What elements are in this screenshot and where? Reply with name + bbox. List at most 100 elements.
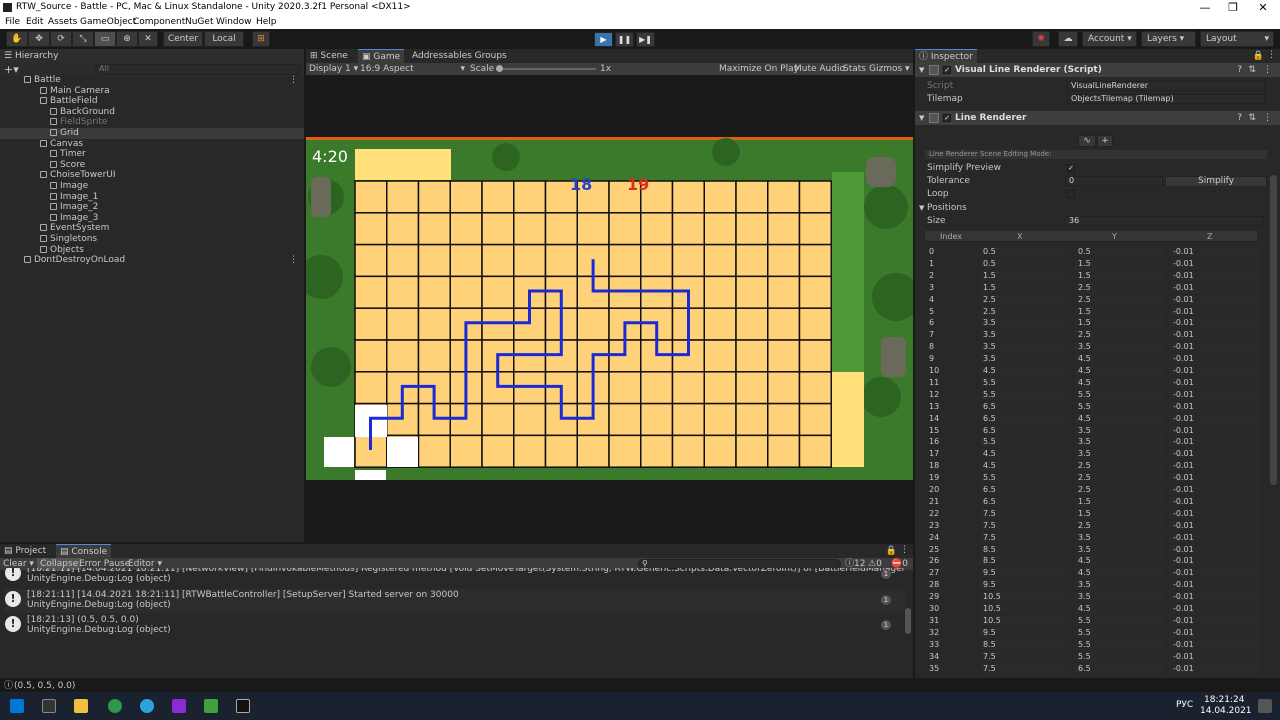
position-x[interactable]: 6.5 (980, 401, 1070, 412)
rotate-tool-icon[interactable]: ⟳ (50, 31, 72, 47)
position-x[interactable]: 4.5 (980, 449, 1070, 460)
game-canvas[interactable]: 4:20 18 19 (306, 137, 913, 480)
lr-foldout-icon[interactable]: ▼ (919, 111, 924, 125)
lr-preset-icon[interactable]: ⇅ (1248, 111, 1256, 125)
grid-tile[interactable] (417, 212, 451, 246)
console-entry[interactable]: ! [18:21:11] [14.04.2021 18:21:11] [Netwo… (5, 568, 905, 587)
explorer-icon[interactable] (74, 699, 88, 713)
grid-tile[interactable] (386, 307, 420, 341)
start-icon[interactable] (10, 699, 24, 713)
grid-tile[interactable] (354, 212, 388, 246)
position-y[interactable]: 3.5 (1075, 544, 1165, 555)
grid-tile[interactable] (481, 212, 515, 246)
grid-tile[interactable] (640, 434, 674, 468)
grid-tile[interactable] (703, 371, 737, 405)
hierarchy-row[interactable]: FieldSprite (0, 117, 304, 128)
grid-tile[interactable] (671, 243, 705, 278)
hierarchy-row[interactable]: Image_3 (0, 213, 304, 224)
menu-edit[interactable]: Edit (26, 15, 43, 29)
cloud-icon[interactable]: ☁ (1058, 31, 1078, 47)
position-y[interactable]: 5.5 (1075, 401, 1165, 412)
position-y[interactable]: 5.5 (1075, 389, 1165, 400)
grid-tile[interactable] (798, 371, 832, 405)
grid-tile[interactable] (798, 275, 832, 309)
position-x[interactable]: 5.5 (980, 437, 1070, 448)
position-y[interactable]: 5.5 (1075, 615, 1165, 626)
grid-tile[interactable] (354, 180, 388, 214)
position-x[interactable]: 6.5 (980, 485, 1070, 495)
scale-tool-icon[interactable]: ⤡ (72, 31, 94, 47)
grid-tile[interactable] (767, 434, 801, 468)
grid-tile[interactable] (640, 212, 674, 246)
simplify-preview-checkbox[interactable]: ✓ (1067, 164, 1075, 172)
position-x[interactable]: 9.5 (980, 568, 1070, 579)
hierarchy-row[interactable]: ChoiseTowerUI (0, 170, 304, 181)
chrome-icon[interactable] (108, 699, 122, 713)
position-z[interactable]: -0.01 (1170, 580, 1260, 591)
console-entry[interactable]: ! [18:21:13] (0.5, 0.5, 0.0) UnityEngine.D… (5, 614, 905, 638)
rider-icon[interactable] (172, 699, 186, 713)
grid-tile[interactable] (386, 275, 420, 309)
position-x[interactable]: 5.5 (980, 473, 1070, 484)
grid-tile[interactable] (735, 339, 769, 373)
grid-tile[interactable] (354, 243, 388, 278)
grid-tile[interactable] (640, 243, 674, 278)
hierarchy-row[interactable]: Singletons (0, 234, 304, 245)
position-z[interactable]: -0.01 (1170, 389, 1260, 400)
size-input[interactable]: 36 (1065, 216, 1263, 226)
grid-tile[interactable] (767, 371, 801, 405)
position-y[interactable]: 1.5 (1075, 508, 1165, 519)
position-x[interactable]: 6.5 (980, 496, 1070, 507)
console-menu-icon[interactable]: ⋮ (900, 545, 909, 555)
position-x[interactable]: 3.5 (980, 330, 1070, 341)
tab-console[interactable]: ▤ Console (56, 544, 112, 558)
excel-icon[interactable] (204, 699, 218, 713)
grid-tile[interactable] (354, 307, 388, 341)
grid-tile[interactable] (735, 402, 769, 437)
grid-tile[interactable] (513, 180, 547, 214)
hierarchy-row[interactable]: Timer (0, 149, 304, 160)
tab-addressables[interactable]: Addressables Groups (408, 49, 511, 63)
position-z[interactable]: -0.01 (1170, 306, 1260, 317)
play-button[interactable]: ▶ (594, 32, 613, 47)
hierarchy-row[interactable]: Score (0, 160, 304, 171)
position-y[interactable]: 4.5 (1075, 366, 1165, 376)
grid-tile[interactable] (735, 212, 769, 246)
pivot-center-button[interactable]: Center (163, 31, 203, 47)
hierarchy-row[interactable]: BattleField (0, 96, 304, 107)
position-z[interactable]: -0.01 (1170, 639, 1260, 650)
grid-tile[interactable] (386, 243, 420, 278)
help-icon[interactable]: ? (1237, 63, 1242, 77)
grid-tile[interactable] (767, 243, 801, 278)
inspector-tab[interactable]: ⓘ Inspector (915, 49, 977, 63)
grid-tile[interactable] (767, 212, 801, 246)
grid-tile[interactable] (354, 371, 388, 405)
grid-tile[interactable] (449, 212, 483, 246)
grid-tile[interactable] (608, 371, 642, 405)
aspect-dropdown[interactable]: 16:9 Aspect ▾ (360, 64, 465, 74)
hierarchy-row[interactable]: Canvas (0, 139, 304, 150)
grid-tile[interactable] (671, 434, 705, 468)
foldout-icon[interactable]: ▼ (919, 63, 924, 77)
grid-tile[interactable] (417, 434, 451, 468)
position-x[interactable]: 3.5 (980, 354, 1070, 365)
grid-tile[interactable] (798, 212, 832, 246)
grid-tile[interactable] (386, 339, 420, 373)
position-z[interactable]: -0.01 (1170, 651, 1260, 662)
grid-tile[interactable] (671, 402, 705, 437)
position-z[interactable]: -0.01 (1170, 366, 1260, 376)
position-z[interactable]: -0.01 (1170, 615, 1260, 626)
display-dropdown[interactable]: Display 1 ▾ (309, 64, 358, 74)
grid-tile[interactable] (798, 307, 832, 341)
position-z[interactable]: -0.01 (1170, 247, 1260, 257)
grid-tile[interactable] (417, 339, 451, 373)
position-y[interactable]: 3.5 (1075, 580, 1165, 591)
position-x[interactable]: 6.5 (980, 413, 1070, 424)
position-x[interactable]: 4.5 (980, 366, 1070, 376)
position-x[interactable]: 2.5 (980, 306, 1070, 317)
tolerance-input[interactable]: 0 (1065, 176, 1163, 186)
grid-tile[interactable] (417, 180, 451, 214)
grid-tile[interactable] (608, 434, 642, 468)
scene-menu-icon[interactable]: ⋮ (289, 75, 298, 86)
position-z[interactable]: -0.01 (1170, 496, 1260, 507)
